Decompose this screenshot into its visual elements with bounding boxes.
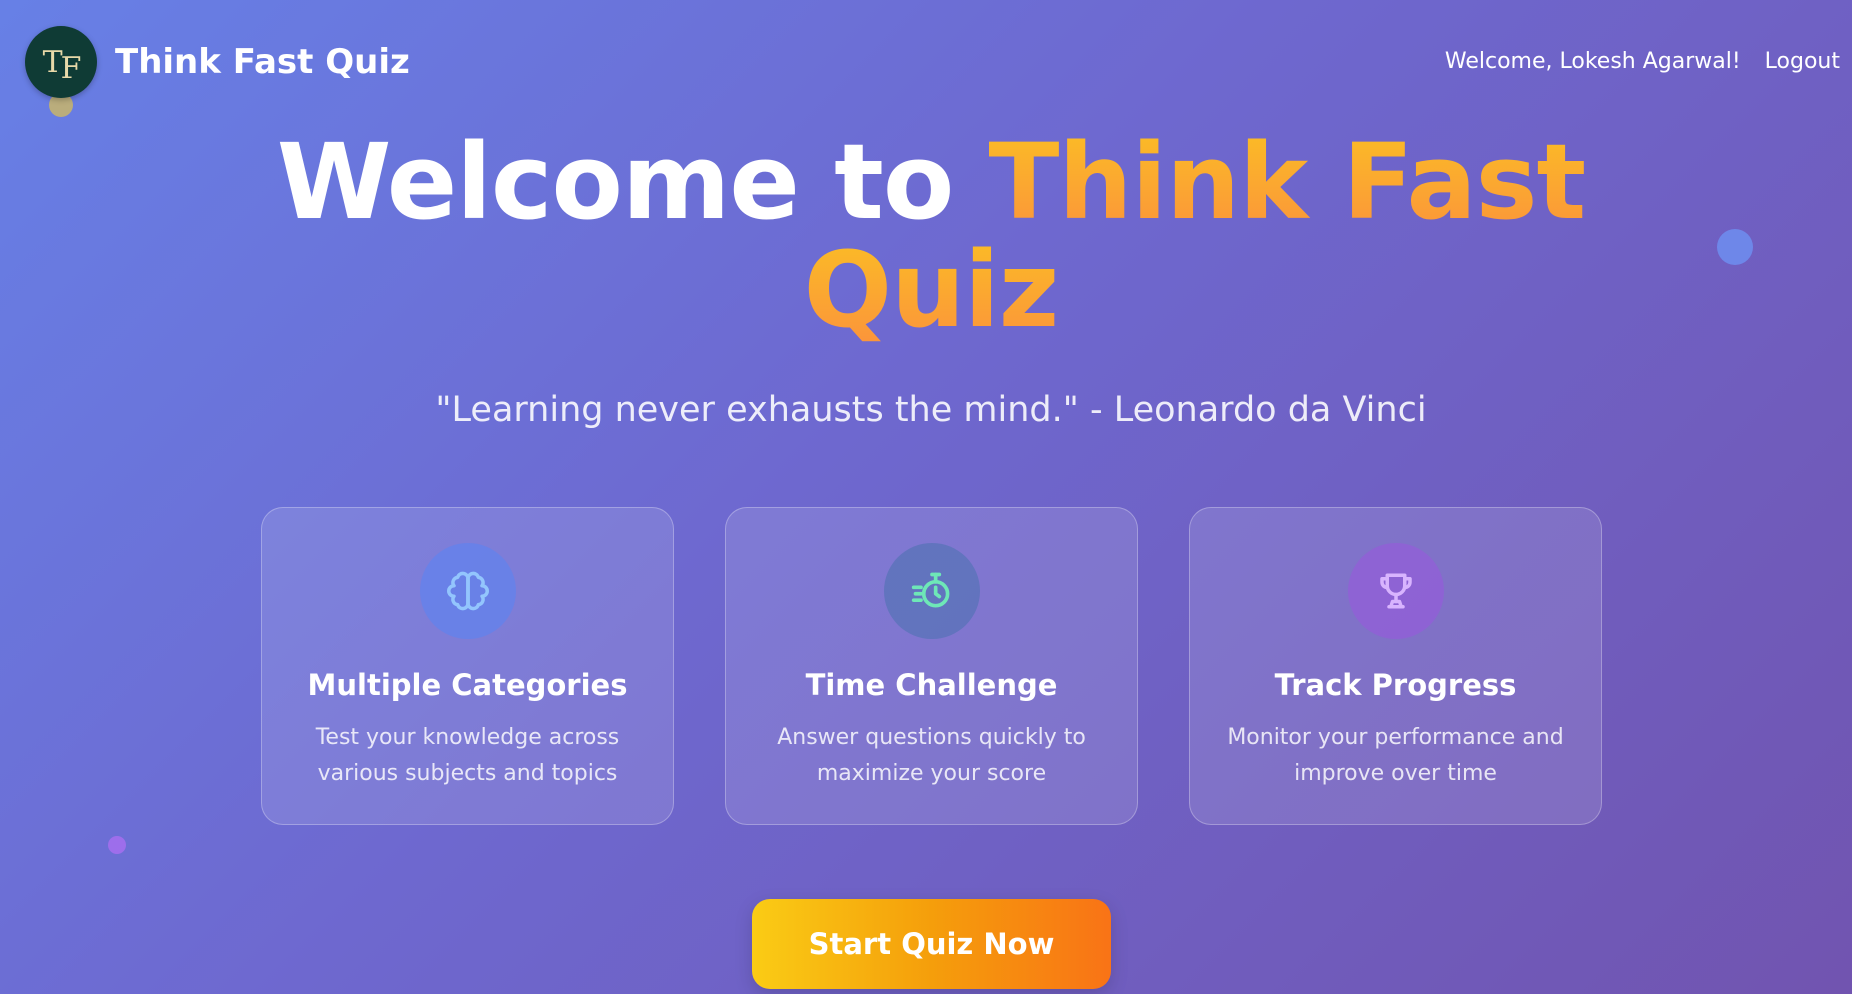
hero-title-accent: Think Fast <box>988 121 1586 243</box>
stopwatch-icon <box>911 572 949 608</box>
welcome-message: Welcome, Lokesh Agarwal! <box>1444 49 1741 74</box>
user-nav: Welcome, Lokesh Agarwal! Logout <box>1445 49 1840 74</box>
feature-card-time: Time Challenge Answer questions quickly … <box>725 507 1138 825</box>
hero-quote: "Learning never exhausts the mind." - Le… <box>435 390 1427 430</box>
hero-title: Welcome to Think Fast Quiz <box>276 128 1587 344</box>
hero-title-accent: Quiz <box>803 229 1060 351</box>
hero-title-plain: Welcome to <box>276 121 989 243</box>
logo-letter-t: T <box>42 44 63 80</box>
brand-name[interactable]: Think Fast Quiz <box>115 42 410 82</box>
brain-icon <box>446 571 489 611</box>
feature-icon-badge <box>419 543 516 639</box>
feature-description: Answer questions quickly to maximize you… <box>777 725 1086 786</box>
feature-icon-badge <box>883 543 980 639</box>
logout-link[interactable]: Logout <box>1765 49 1840 74</box>
feature-card-categories: Multiple Categories Test your knowledge … <box>261 507 674 825</box>
feature-description: Test your knowledge across various subje… <box>315 725 620 786</box>
decorative-dot <box>108 836 126 854</box>
feature-title: Track Progress <box>1274 668 1517 702</box>
site-header: TF Think Fast Quiz Welcome, Lokesh Agarw… <box>0 0 1852 130</box>
feature-title: Time Challenge <box>805 668 1058 702</box>
feature-description: Monitor your performance and improve ove… <box>1227 725 1564 786</box>
feature-icon-badge <box>1347 543 1444 639</box>
trophy-icon <box>1379 573 1412 609</box>
logo-letter-f: F <box>60 50 82 86</box>
logo[interactable]: TF <box>25 26 97 98</box>
feature-card-progress: Track Progress Monitor your performance … <box>1189 507 1602 825</box>
decorative-dot <box>1717 229 1753 265</box>
feature-title: Multiple Categories <box>307 668 628 702</box>
start-quiz-button[interactable]: Start Quiz Now <box>752 899 1111 989</box>
